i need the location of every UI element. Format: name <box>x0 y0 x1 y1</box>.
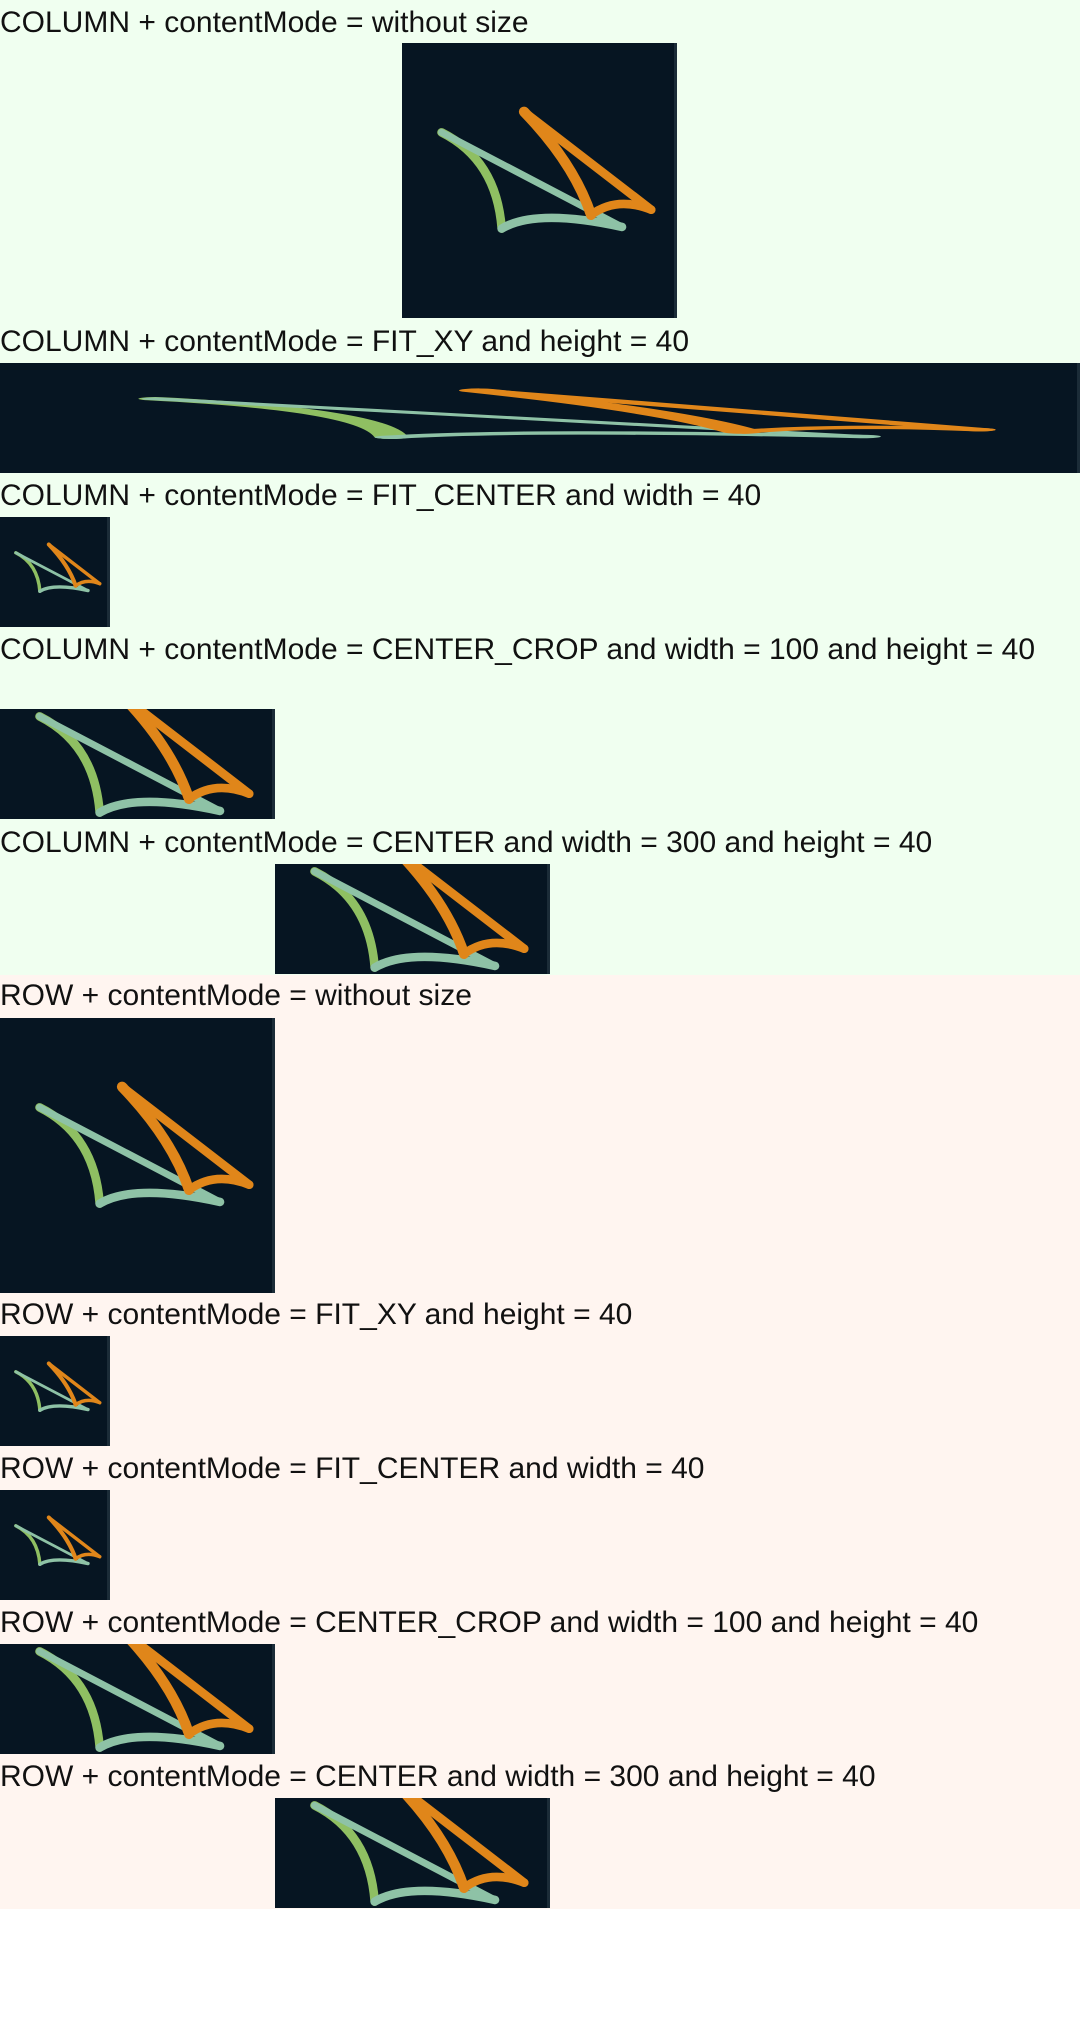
column-label-without-size: COLUMN + contentMode = without size <box>0 6 529 39</box>
sail-logo-icon <box>275 1798 550 1908</box>
row-image-center <box>275 1798 550 1908</box>
row-label-fit-center: ROW + contentMode = FIT_CENTER and width… <box>0 1452 705 1485</box>
sail-logo-icon <box>0 1336 110 1446</box>
sail-logo-icon <box>402 43 677 318</box>
row-label-fit-xy: ROW + contentMode = FIT_XY and height = … <box>0 1298 633 1331</box>
row-section: ROW + contentMode = without size ROW + c… <box>0 975 1080 1909</box>
column-label-center: COLUMN + contentMode = CENTER and width … <box>0 826 933 859</box>
row-label-center: ROW + contentMode = CENTER and width = 3… <box>0 1760 876 1793</box>
sail-logo-icon <box>0 363 1080 473</box>
sail-logo-icon <box>0 517 110 627</box>
row-image-center-crop <box>0 1644 275 1754</box>
column-image-center-crop <box>0 709 275 819</box>
screen: COLUMN + contentMode = without size COLU… <box>0 0 1080 2022</box>
column-image-center <box>275 864 550 974</box>
column-image-fit-center <box>0 517 110 627</box>
sail-logo-icon <box>0 709 275 819</box>
column-label-fit-center: COLUMN + contentMode = FIT_CENTER and wi… <box>0 479 762 512</box>
row-label-without-size: ROW + contentMode = without size <box>0 979 472 1012</box>
sail-logo-icon <box>0 1490 110 1600</box>
column-image-fit-xy <box>0 363 1080 473</box>
sail-logo-icon <box>275 864 550 974</box>
row-image-fit-center <box>0 1490 110 1600</box>
row-image-fit-xy <box>0 1336 110 1446</box>
row-label-center-crop: ROW + contentMode = CENTER_CROP and widt… <box>0 1606 979 1639</box>
sail-logo-icon <box>0 1644 275 1754</box>
row-image-without-size <box>0 1018 275 1293</box>
column-label-center-crop: COLUMN + contentMode = CENTER_CROP and w… <box>0 633 1036 666</box>
column-label-fit-xy: COLUMN + contentMode = FIT_XY and height… <box>0 325 690 358</box>
column-section: COLUMN + contentMode = without size COLU… <box>0 0 1080 975</box>
sail-logo-icon <box>0 1018 275 1293</box>
column-image-without-size <box>402 43 677 318</box>
